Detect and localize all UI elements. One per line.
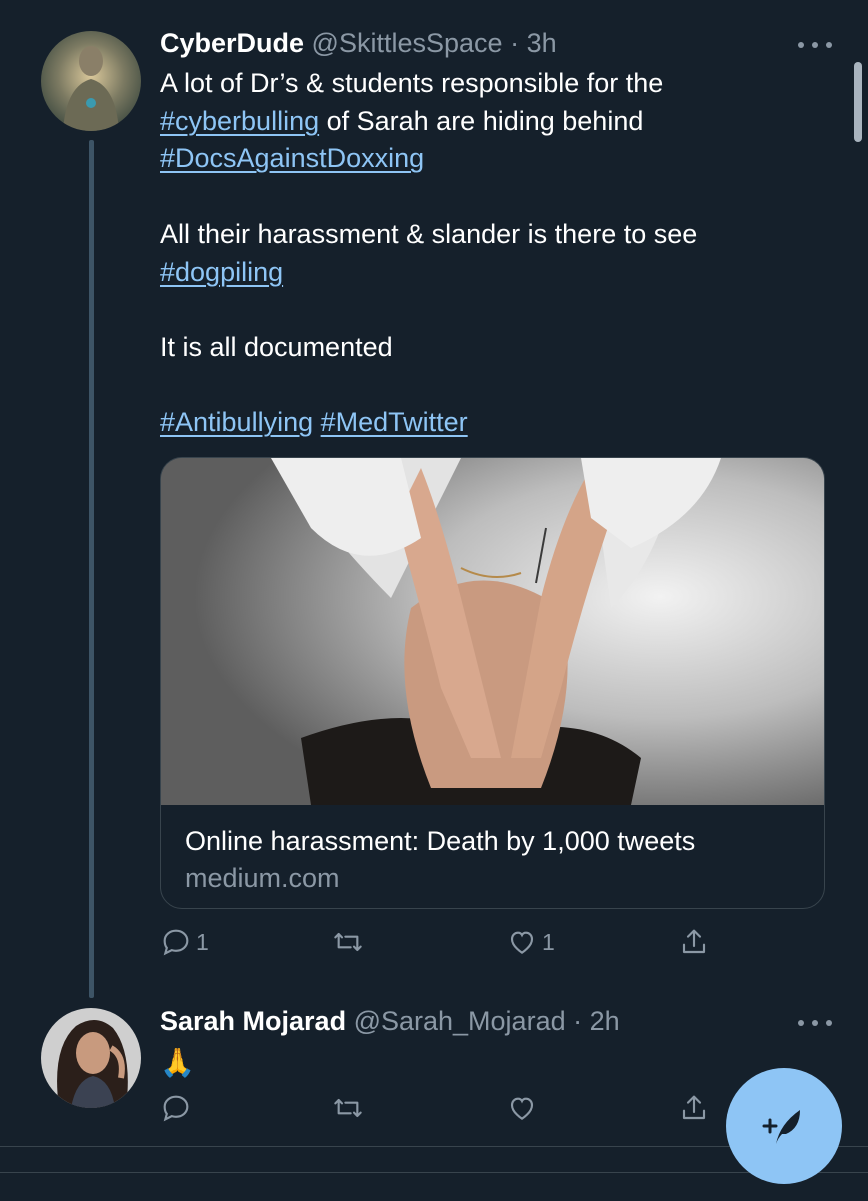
tweet-header: CyberDude @SkittlesSpace · 3h	[160, 28, 557, 59]
share-button[interactable]	[678, 1092, 710, 1124]
hashtag-link[interactable]: #MedTwitter	[321, 407, 468, 437]
tweet-actions: 1 1	[160, 926, 720, 966]
reply-button[interactable]	[160, 1092, 192, 1124]
separator: ·	[510, 28, 520, 58]
reply-count: 1	[196, 928, 209, 955]
tweet-cyberdude[interactable]: CyberDude @SkittlesSpace · 3h A lot of D…	[0, 0, 868, 1000]
text-line: #dogpiling	[160, 254, 820, 292]
tweet-text: 🙏	[160, 1044, 820, 1082]
like-button[interactable]: 1	[506, 926, 555, 958]
scrollbar[interactable]	[854, 62, 862, 142]
text-line: All their harassment & slander is there …	[160, 218, 698, 249]
hashtag-link[interactable]: #dogpiling	[160, 257, 283, 287]
retweet-button[interactable]	[332, 926, 364, 958]
card-domain: medium.com	[185, 863, 340, 893]
text-fragment: of Sarah are hiding behind	[319, 105, 644, 136]
hashtag-link[interactable]: #Antibullying	[160, 407, 313, 437]
text-line: It is all documented	[160, 331, 393, 362]
card-title[interactable]: Online harassment: Death by 1,000 tweets	[185, 826, 695, 857]
tweet-text: A lot of Dr’s & students responsible for…	[160, 65, 820, 442]
hashtag-link[interactable]: #cyberbulling	[160, 106, 319, 136]
share-icon	[682, 929, 706, 954]
author-handle[interactable]: @SkittlesSpace	[312, 28, 503, 58]
thread-line	[89, 140, 94, 998]
avatar[interactable]	[41, 31, 141, 131]
like-count: 1	[542, 928, 555, 955]
text-line: 🙏	[160, 1047, 195, 1078]
timestamp[interactable]: 2h	[590, 1006, 620, 1036]
like-button[interactable]	[506, 1092, 538, 1124]
more-horizontal-icon[interactable]	[798, 40, 832, 50]
share-icon	[682, 1095, 706, 1120]
retweet-icon	[334, 1098, 362, 1118]
retweet-icon	[334, 932, 362, 952]
tweet-header: Sarah Mojarad @Sarah_Mojarad · 2h	[160, 1006, 620, 1037]
bottom-bar	[0, 1172, 868, 1201]
text-line: #Antibullying #MedTwitter	[160, 404, 820, 442]
text-line: #cyberbulling of Sarah are hiding behind	[160, 103, 820, 141]
link-card[interactable]: Online harassment: Death by 1,000 tweets…	[160, 457, 825, 909]
heart-icon	[510, 1097, 534, 1120]
retweet-button[interactable]	[332, 1092, 364, 1124]
more-horizontal-icon[interactable]	[798, 1018, 832, 1028]
heart-icon	[510, 931, 534, 954]
reply-button[interactable]: 1	[160, 926, 209, 958]
author-handle[interactable]: @Sarah_Mojarad	[354, 1006, 566, 1036]
hashtag-link[interactable]: #DocsAgainstDoxxing	[160, 143, 424, 173]
compose-tweet-icon	[762, 1110, 800, 1144]
avatar[interactable]	[41, 1008, 141, 1108]
timestamp[interactable]: 3h	[527, 28, 557, 58]
author-name[interactable]: Sarah Mojarad	[160, 1006, 346, 1036]
separator: ·	[573, 1006, 583, 1036]
author-name[interactable]: CyberDude	[160, 28, 304, 58]
share-button[interactable]	[678, 926, 710, 958]
text-line: A lot of Dr’s & students responsible for…	[160, 68, 664, 98]
card-image	[161, 458, 824, 805]
compose-tweet-button[interactable]	[726, 1068, 842, 1184]
tweet-actions	[160, 1092, 720, 1132]
reply-icon	[163, 1095, 189, 1122]
reply-icon	[163, 929, 189, 956]
text-line: #DocsAgainstDoxxing	[160, 140, 820, 178]
